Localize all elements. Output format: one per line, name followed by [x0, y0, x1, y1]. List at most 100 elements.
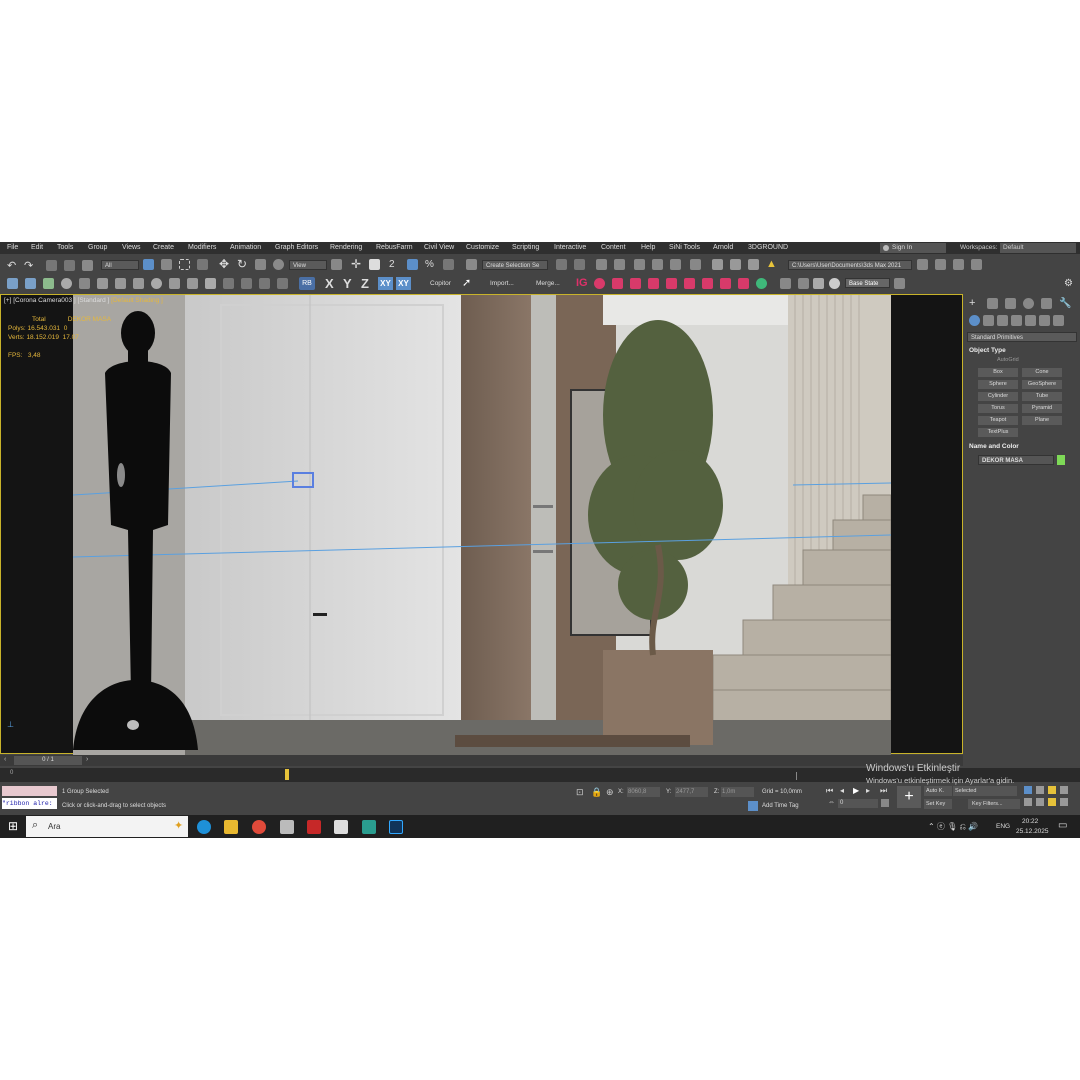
3dsmax-taskbar-icon[interactable]	[362, 820, 376, 834]
constrain-x-button[interactable]: X	[325, 276, 334, 291]
viewport-navigation-icons[interactable]	[1024, 786, 1076, 808]
render-production-icon[interactable]	[748, 259, 759, 270]
project-open-icon[interactable]	[953, 259, 964, 270]
tray-icons[interactable]: ⌃ ⓔ 🎙 ⎌ 🔊	[928, 821, 978, 832]
selection-filter-dropdown[interactable]: All	[101, 260, 139, 270]
rebus-render-button[interactable]: RB	[299, 277, 315, 290]
placement-icon[interactable]	[273, 259, 284, 270]
pyramid-button[interactable]: Pyramid	[1022, 404, 1062, 413]
cameras-icon[interactable]	[1011, 315, 1022, 326]
key-mode-icon[interactable]: ⇔	[828, 799, 835, 806]
state-sets-icon[interactable]	[894, 278, 905, 289]
select-object-icon[interactable]	[143, 259, 154, 270]
object-name-field[interactable]: DEKOR MASA	[978, 455, 1054, 465]
menu-rebusfarm[interactable]: RebusFarm	[376, 244, 413, 251]
auto-key-button[interactable]: Auto K.	[924, 786, 952, 796]
isolate-selection-icon[interactable]: ⊡	[576, 787, 587, 798]
sphere-button[interactable]: Sphere	[978, 380, 1018, 389]
cone-button[interactable]: Cone	[1022, 368, 1062, 377]
merge-button[interactable]: Merge...	[536, 280, 560, 287]
base-state-dropdown[interactable]: Base State	[845, 278, 890, 288]
redo-icon[interactable]: ↷	[24, 259, 35, 272]
material-icon[interactable]	[169, 278, 180, 289]
angle-snap-icon[interactable]	[407, 259, 418, 270]
chain-tool-icon[interactable]	[684, 278, 695, 289]
render-icon[interactable]	[115, 278, 126, 289]
warning-icon[interactable]: ▲	[766, 259, 777, 270]
proxy-icon[interactable]	[223, 278, 234, 289]
import-button[interactable]: Import...	[490, 280, 514, 287]
project-folder-icon[interactable]	[917, 259, 928, 270]
menu-3dground[interactable]: 3DGROUND	[748, 244, 788, 251]
app-icon[interactable]	[280, 820, 294, 834]
teapot-icon[interactable]	[151, 278, 162, 289]
light-bulb-icon[interactable]	[205, 278, 216, 289]
autogrid-checkbox[interactable]: AutoGrid	[997, 357, 1019, 363]
geometry-icon[interactable]	[969, 315, 980, 326]
brush-tool-icon[interactable]	[612, 278, 623, 289]
primitive-category-dropdown[interactable]: Standard Primitives	[967, 332, 1077, 342]
viewport-label-standard[interactable]: [Standard ]	[78, 297, 110, 304]
move-icon[interactable]: ✥	[219, 258, 230, 270]
rect-selection-icon[interactable]	[179, 259, 190, 270]
go-to-start-icon[interactable]: ⏮	[826, 786, 833, 796]
x-coord-field[interactable]: 8060,8	[627, 787, 660, 797]
layer-explorer-icon[interactable]	[614, 259, 625, 270]
slider-next-icon[interactable]: ›	[86, 756, 88, 763]
menu-help[interactable]: Help	[641, 244, 655, 251]
time-config-icon[interactable]	[881, 799, 889, 807]
viewport-label[interactable]: [+] [Corona Camera003 ] [Standard ] [Def…	[4, 297, 163, 304]
window-crossing-icon[interactable]	[197, 259, 208, 270]
display-tab-icon[interactable]	[1041, 298, 1052, 309]
render-region-icon[interactable]	[97, 278, 108, 289]
keyboard-shortcut-icon[interactable]	[369, 259, 380, 270]
project-settings-icon[interactable]	[935, 259, 946, 270]
menu-interactive[interactable]: Interactive	[554, 244, 586, 251]
project-save-icon[interactable]	[971, 259, 982, 270]
teapot-button[interactable]: Teapot	[978, 416, 1018, 425]
input-language[interactable]: ENG	[996, 823, 1010, 830]
create-tab-icon[interactable]: +	[969, 298, 980, 309]
object-type-rollout[interactable]: Object Type	[969, 347, 1006, 354]
bracket-icon[interactable]	[780, 278, 791, 289]
key-filters-button[interactable]: Key Filters...	[968, 799, 1020, 809]
rotate-icon[interactable]: ↻	[237, 258, 248, 270]
geosphere-button[interactable]: GeoSphere	[1022, 380, 1062, 389]
key-set-dropdown[interactable]: Selected	[953, 786, 1017, 796]
menu-tools[interactable]: Tools	[57, 244, 73, 251]
add-time-tag[interactable]: Add Time Tag	[762, 803, 799, 809]
rendered-frame-window-icon[interactable]	[730, 259, 741, 270]
scripts-icon[interactable]	[133, 278, 144, 289]
menu-modifiers[interactable]: Modifiers	[188, 244, 216, 251]
textplus-button[interactable]: TextPlus	[978, 428, 1018, 437]
motion-tab-icon[interactable]	[1023, 298, 1034, 309]
calculator-icon[interactable]	[334, 820, 348, 834]
sign-in-dropdown[interactable]: Sign In	[880, 243, 946, 253]
time-tag-icon[interactable]	[748, 801, 758, 811]
align-icon[interactable]	[574, 259, 585, 270]
sphere-state-icon[interactable]	[829, 278, 840, 289]
prev-frame-icon[interactable]: ◂	[840, 786, 844, 795]
shapes-icon[interactable]	[983, 315, 994, 326]
viewport-camera[interactable]: [+] [Corona Camera003 ] [Standard ] [Def…	[0, 294, 963, 755]
paint-tool-icon[interactable]	[630, 278, 641, 289]
taskbar-search-box[interactable]: ⌕ Ara ✦	[26, 816, 188, 837]
transform-mode-icon[interactable]: ⊕	[606, 787, 617, 798]
z-coord-field[interactable]: 1,0m	[721, 787, 754, 797]
grid-icon[interactable]	[259, 278, 270, 289]
copilot-sparkle-icon[interactable]: ✦	[174, 819, 183, 832]
systems-icon[interactable]	[1053, 315, 1064, 326]
eye-icon[interactable]	[277, 278, 288, 289]
reference-coord-dropdown[interactable]: View	[289, 260, 327, 270]
constrain-xy-button[interactable]: XY	[378, 277, 393, 290]
percent-snap-icon[interactable]: %	[425, 259, 436, 270]
constrain-y-button[interactable]: Y	[343, 276, 352, 291]
menu-customize[interactable]: Customize	[466, 244, 499, 251]
set-key-big-button[interactable]: +	[897, 786, 921, 808]
link-icon[interactable]	[46, 260, 57, 271]
slider-prev-icon[interactable]: ‹	[4, 756, 6, 763]
object-color-swatch[interactable]	[1057, 455, 1065, 465]
pin-icon[interactable]	[43, 278, 54, 289]
spacewarps-icon[interactable]	[1039, 315, 1050, 326]
torus-button[interactable]: Torus	[978, 404, 1018, 413]
